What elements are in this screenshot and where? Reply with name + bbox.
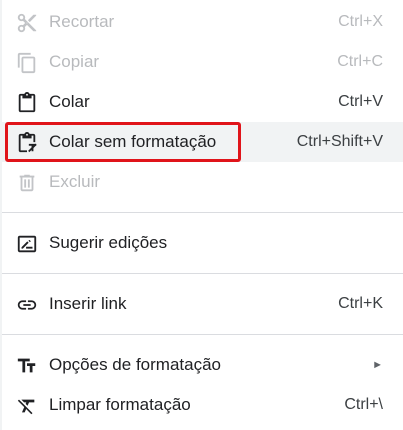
menu-item-paste-without-formatting[interactable]: Colar sem formatação Ctrl+Shift+V: [0, 122, 403, 162]
menu-item-cut[interactable]: Recortar Ctrl+X: [0, 2, 403, 42]
menu-separator: [2, 334, 403, 335]
menu-item-label: Colar: [49, 92, 90, 111]
scissors-icon: [16, 12, 38, 34]
menu-item-clear-formatting[interactable]: Limpar formatação Ctrl+\: [0, 385, 403, 425]
menu-item-label: Copiar: [49, 52, 100, 71]
menu-item-label: Limpar formatação: [49, 395, 191, 414]
text-format-icon: [16, 355, 38, 377]
menu-item-paste[interactable]: Colar Ctrl+V: [0, 82, 403, 122]
menu-item-shortcut: Ctrl+X: [338, 13, 383, 30]
menu-item-label: Sugerir edições: [49, 233, 168, 252]
trash-icon: [16, 172, 38, 194]
menu-item-label: Opções de formatação: [49, 355, 221, 374]
submenu-arrow-icon: ►: [372, 359, 383, 371]
menu-item-suggest-edits[interactable]: Sugerir edições: [0, 223, 403, 263]
menu-item-delete[interactable]: Excluir: [0, 162, 403, 202]
link-icon: [16, 294, 38, 316]
menu-item-shortcut: Ctrl+V: [338, 93, 383, 110]
copy-icon: [16, 52, 38, 74]
menu-item-formatting-options[interactable]: Opções de formatação ►: [0, 345, 403, 385]
menu-item-label: Inserir link: [49, 294, 127, 313]
paste-without-formatting-icon: [16, 132, 38, 154]
menu-item-shortcut: Ctrl+Shift+V: [296, 133, 383, 150]
menu-separator: [2, 212, 403, 213]
menu-separator: [2, 273, 403, 274]
menu-item-shortcut: Ctrl+K: [338, 295, 383, 312]
clear-formatting-icon: [16, 395, 38, 417]
clipboard-icon: [16, 92, 38, 114]
menu-item-shortcut: Ctrl+C: [337, 53, 383, 70]
context-menu: Recortar Ctrl+X Copiar Ctrl+C Colar Ctrl…: [0, 0, 403, 430]
menu-item-label: Excluir: [49, 172, 101, 191]
menu-item-shortcut: Ctrl+\: [344, 396, 383, 413]
menu-item-label: Recortar: [49, 12, 115, 31]
menu-item-label: Colar sem formatação: [49, 132, 217, 151]
menu-item-insert-link[interactable]: Inserir link Ctrl+K: [0, 284, 403, 324]
menu-item-copy[interactable]: Copiar Ctrl+C: [0, 42, 403, 82]
suggest-edit-icon: [16, 233, 38, 255]
